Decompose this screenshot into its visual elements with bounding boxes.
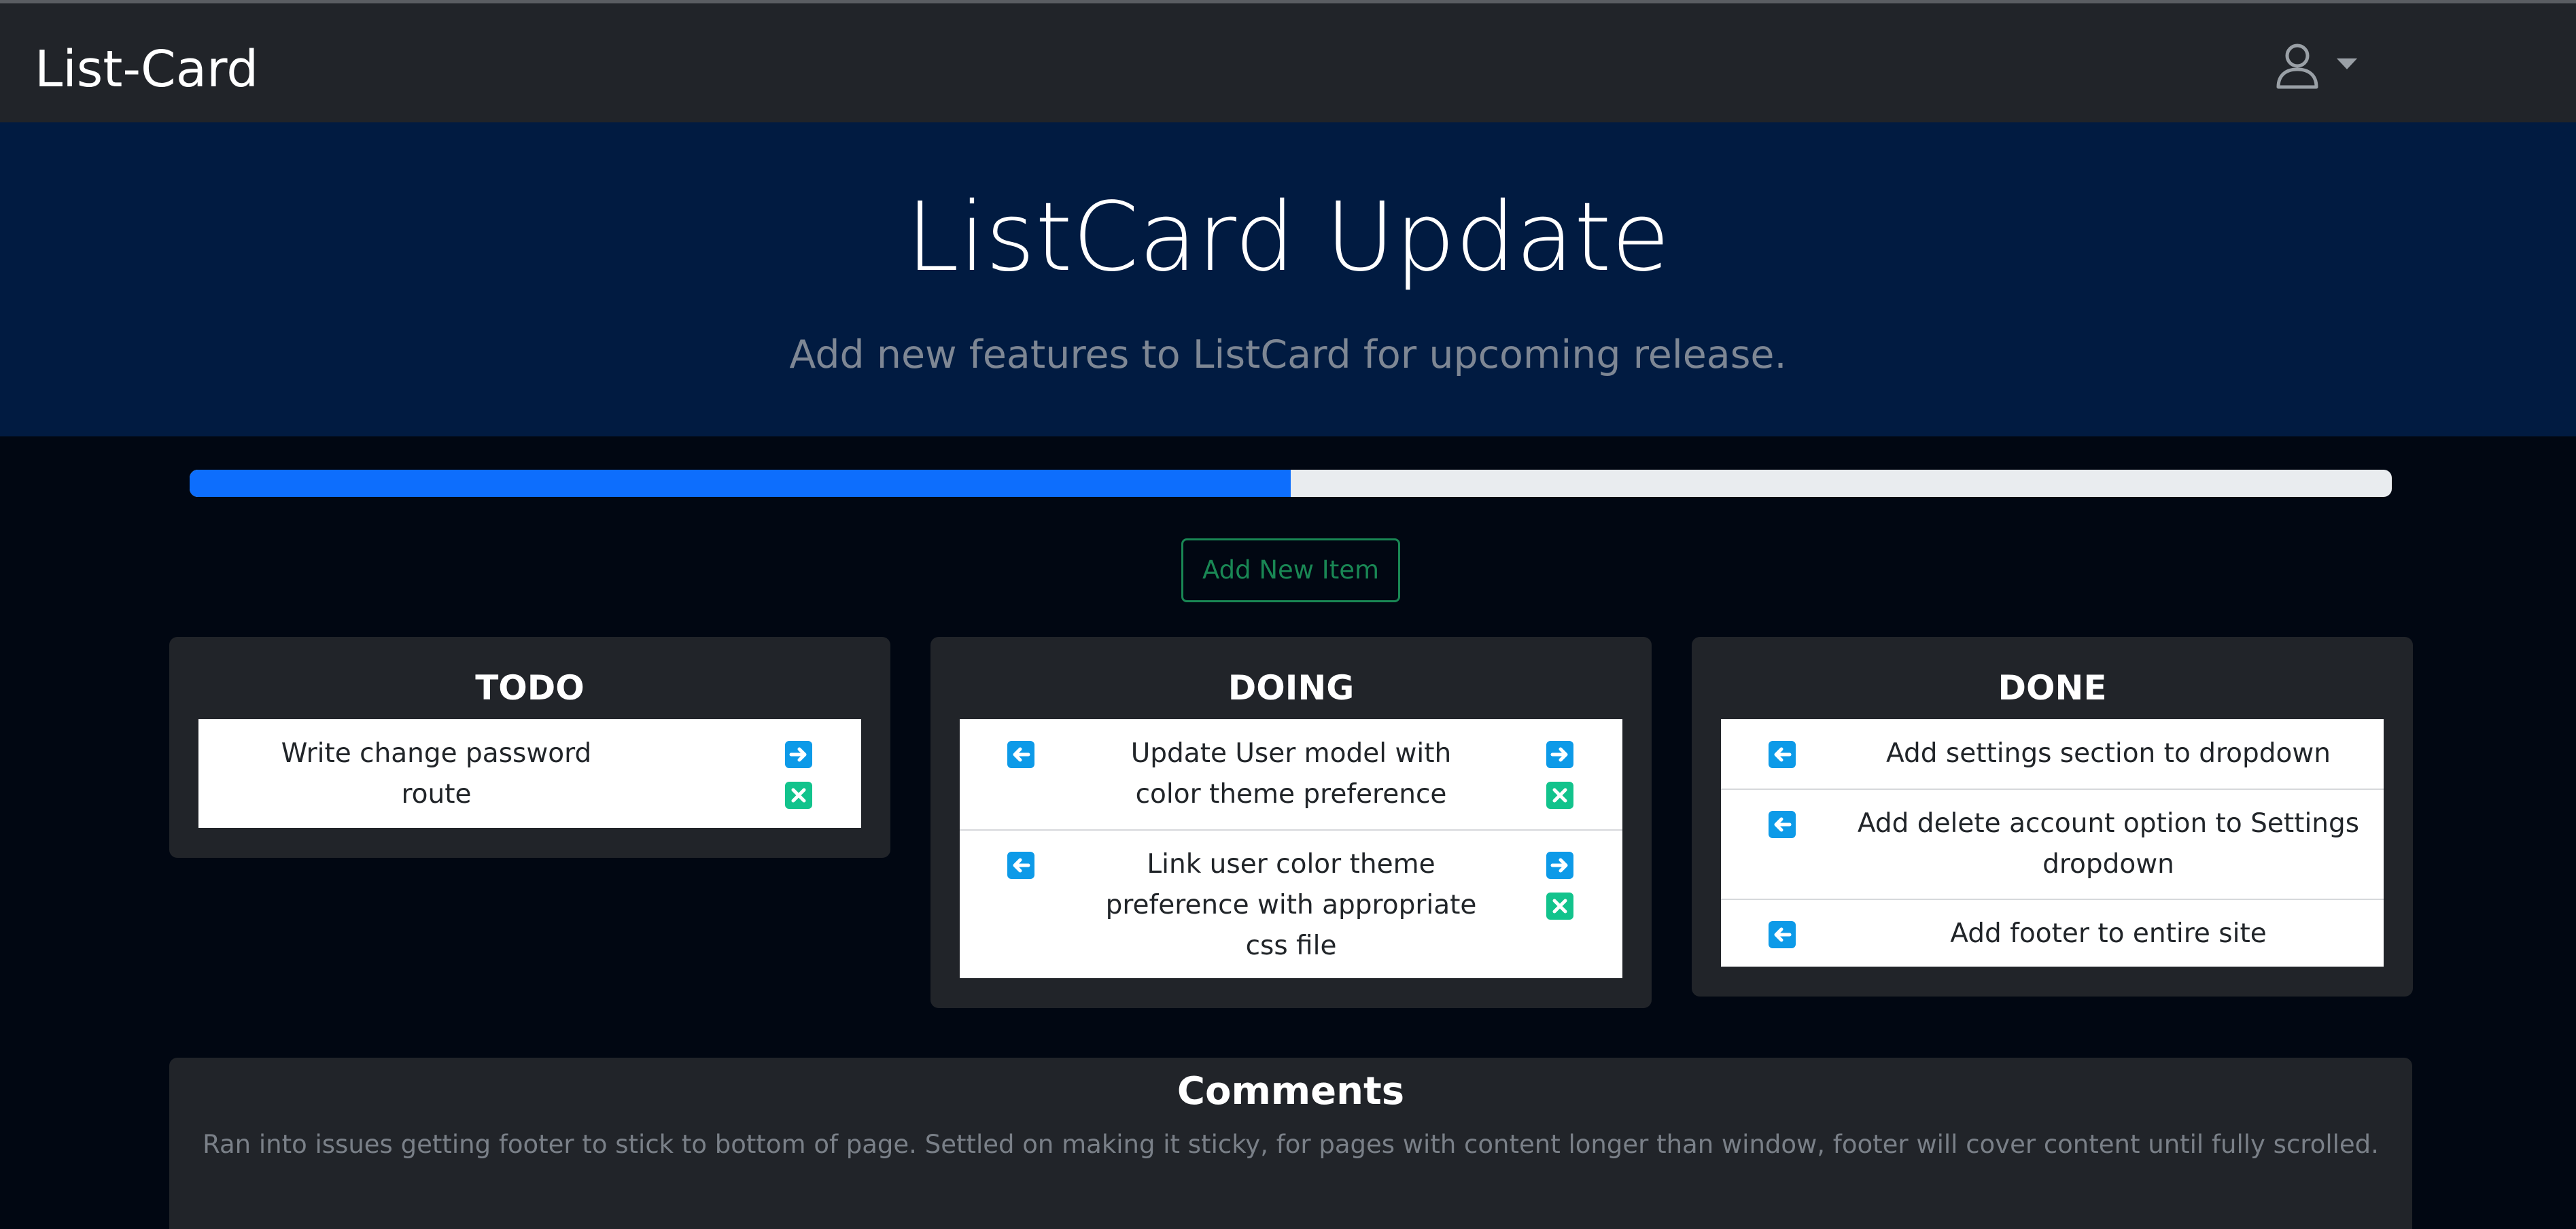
close-x-icon <box>1552 788 1567 803</box>
column-title: DOING <box>1228 668 1355 708</box>
navbar: List-Card <box>0 3 2576 122</box>
column-todo: TODO Write change password route <box>169 637 890 858</box>
comments-title: Comments <box>1177 1069 1405 1113</box>
item-list: Add settings section to dropdown Add del… <box>1721 719 2384 967</box>
list-item: Write change password route <box>198 719 861 828</box>
comments-panel: Comments Ran into issues getting footer … <box>169 1058 2412 1229</box>
move-left-button[interactable] <box>1769 811 1796 838</box>
move-right-button[interactable] <box>1546 852 1573 879</box>
delete-item-button[interactable] <box>785 782 812 809</box>
delete-item-button[interactable] <box>1546 893 1573 920</box>
item-list: Update User model with color theme prefe… <box>960 719 1622 978</box>
item-text: Add footer to entire site <box>1950 918 2267 949</box>
move-left-button[interactable] <box>1769 741 1796 768</box>
column-title: DONE <box>1998 668 2107 708</box>
arrow-left-icon <box>1774 927 1792 942</box>
close-x-icon <box>791 788 806 803</box>
column-done: DONE Add settings section to dropdown Ad… <box>1692 637 2413 997</box>
brand-link[interactable]: List-Card <box>35 39 258 100</box>
hero-banner: ListCard Update Add new features to List… <box>0 122 2576 436</box>
delete-item-button[interactable] <box>1546 782 1573 809</box>
list-item: Add delete account option to Settings dr… <box>1721 789 2384 899</box>
page-title: ListCard Update <box>906 182 1670 293</box>
move-left-button[interactable] <box>1007 741 1034 768</box>
caret-down-icon <box>2337 58 2357 69</box>
list-item: Add settings section to dropdown <box>1721 719 2384 789</box>
arrow-right-icon <box>789 747 807 762</box>
item-list: Write change password route <box>198 719 861 828</box>
item-text: Write change password route <box>281 738 592 810</box>
progress-bar-fill <box>190 470 1291 497</box>
arrow-right-icon <box>1550 747 1568 762</box>
move-left-button[interactable] <box>1007 852 1034 879</box>
progress-bar <box>190 470 2392 497</box>
move-left-button[interactable] <box>1769 921 1796 948</box>
item-text: Update User model with color theme prefe… <box>1130 738 1452 810</box>
person-icon <box>2276 44 2318 89</box>
move-right-button[interactable] <box>1546 741 1573 768</box>
comments-text: Ran into issues getting footer to stick … <box>203 1130 2379 1159</box>
item-text: Add settings section to dropdown <box>1885 738 2331 769</box>
column-doing: DOING Update User model with color theme… <box>930 637 1652 1008</box>
arrow-left-icon <box>1013 858 1030 873</box>
arrow-left-icon <box>1774 817 1792 832</box>
page-subtitle: Add new features to ListCard for upcomin… <box>789 332 1787 377</box>
arrow-left-icon <box>1013 747 1030 762</box>
list-item: Link user color theme preference with ap… <box>960 829 1622 978</box>
list-item: Update User model with color theme prefe… <box>960 719 1622 829</box>
user-menu-toggle[interactable] <box>2276 41 2371 95</box>
column-title: TODO <box>475 668 585 708</box>
item-text: Add delete account option to Settings dr… <box>1857 808 2360 880</box>
add-new-item-button[interactable]: Add New Item <box>1181 538 1400 602</box>
move-right-button[interactable] <box>785 741 812 768</box>
close-x-icon <box>1552 899 1567 914</box>
list-item: Add footer to entire site <box>1721 899 2384 967</box>
item-text: Link user color theme preference with ap… <box>1105 849 1477 961</box>
arrow-right-icon <box>1550 858 1568 873</box>
arrow-left-icon <box>1774 747 1792 762</box>
